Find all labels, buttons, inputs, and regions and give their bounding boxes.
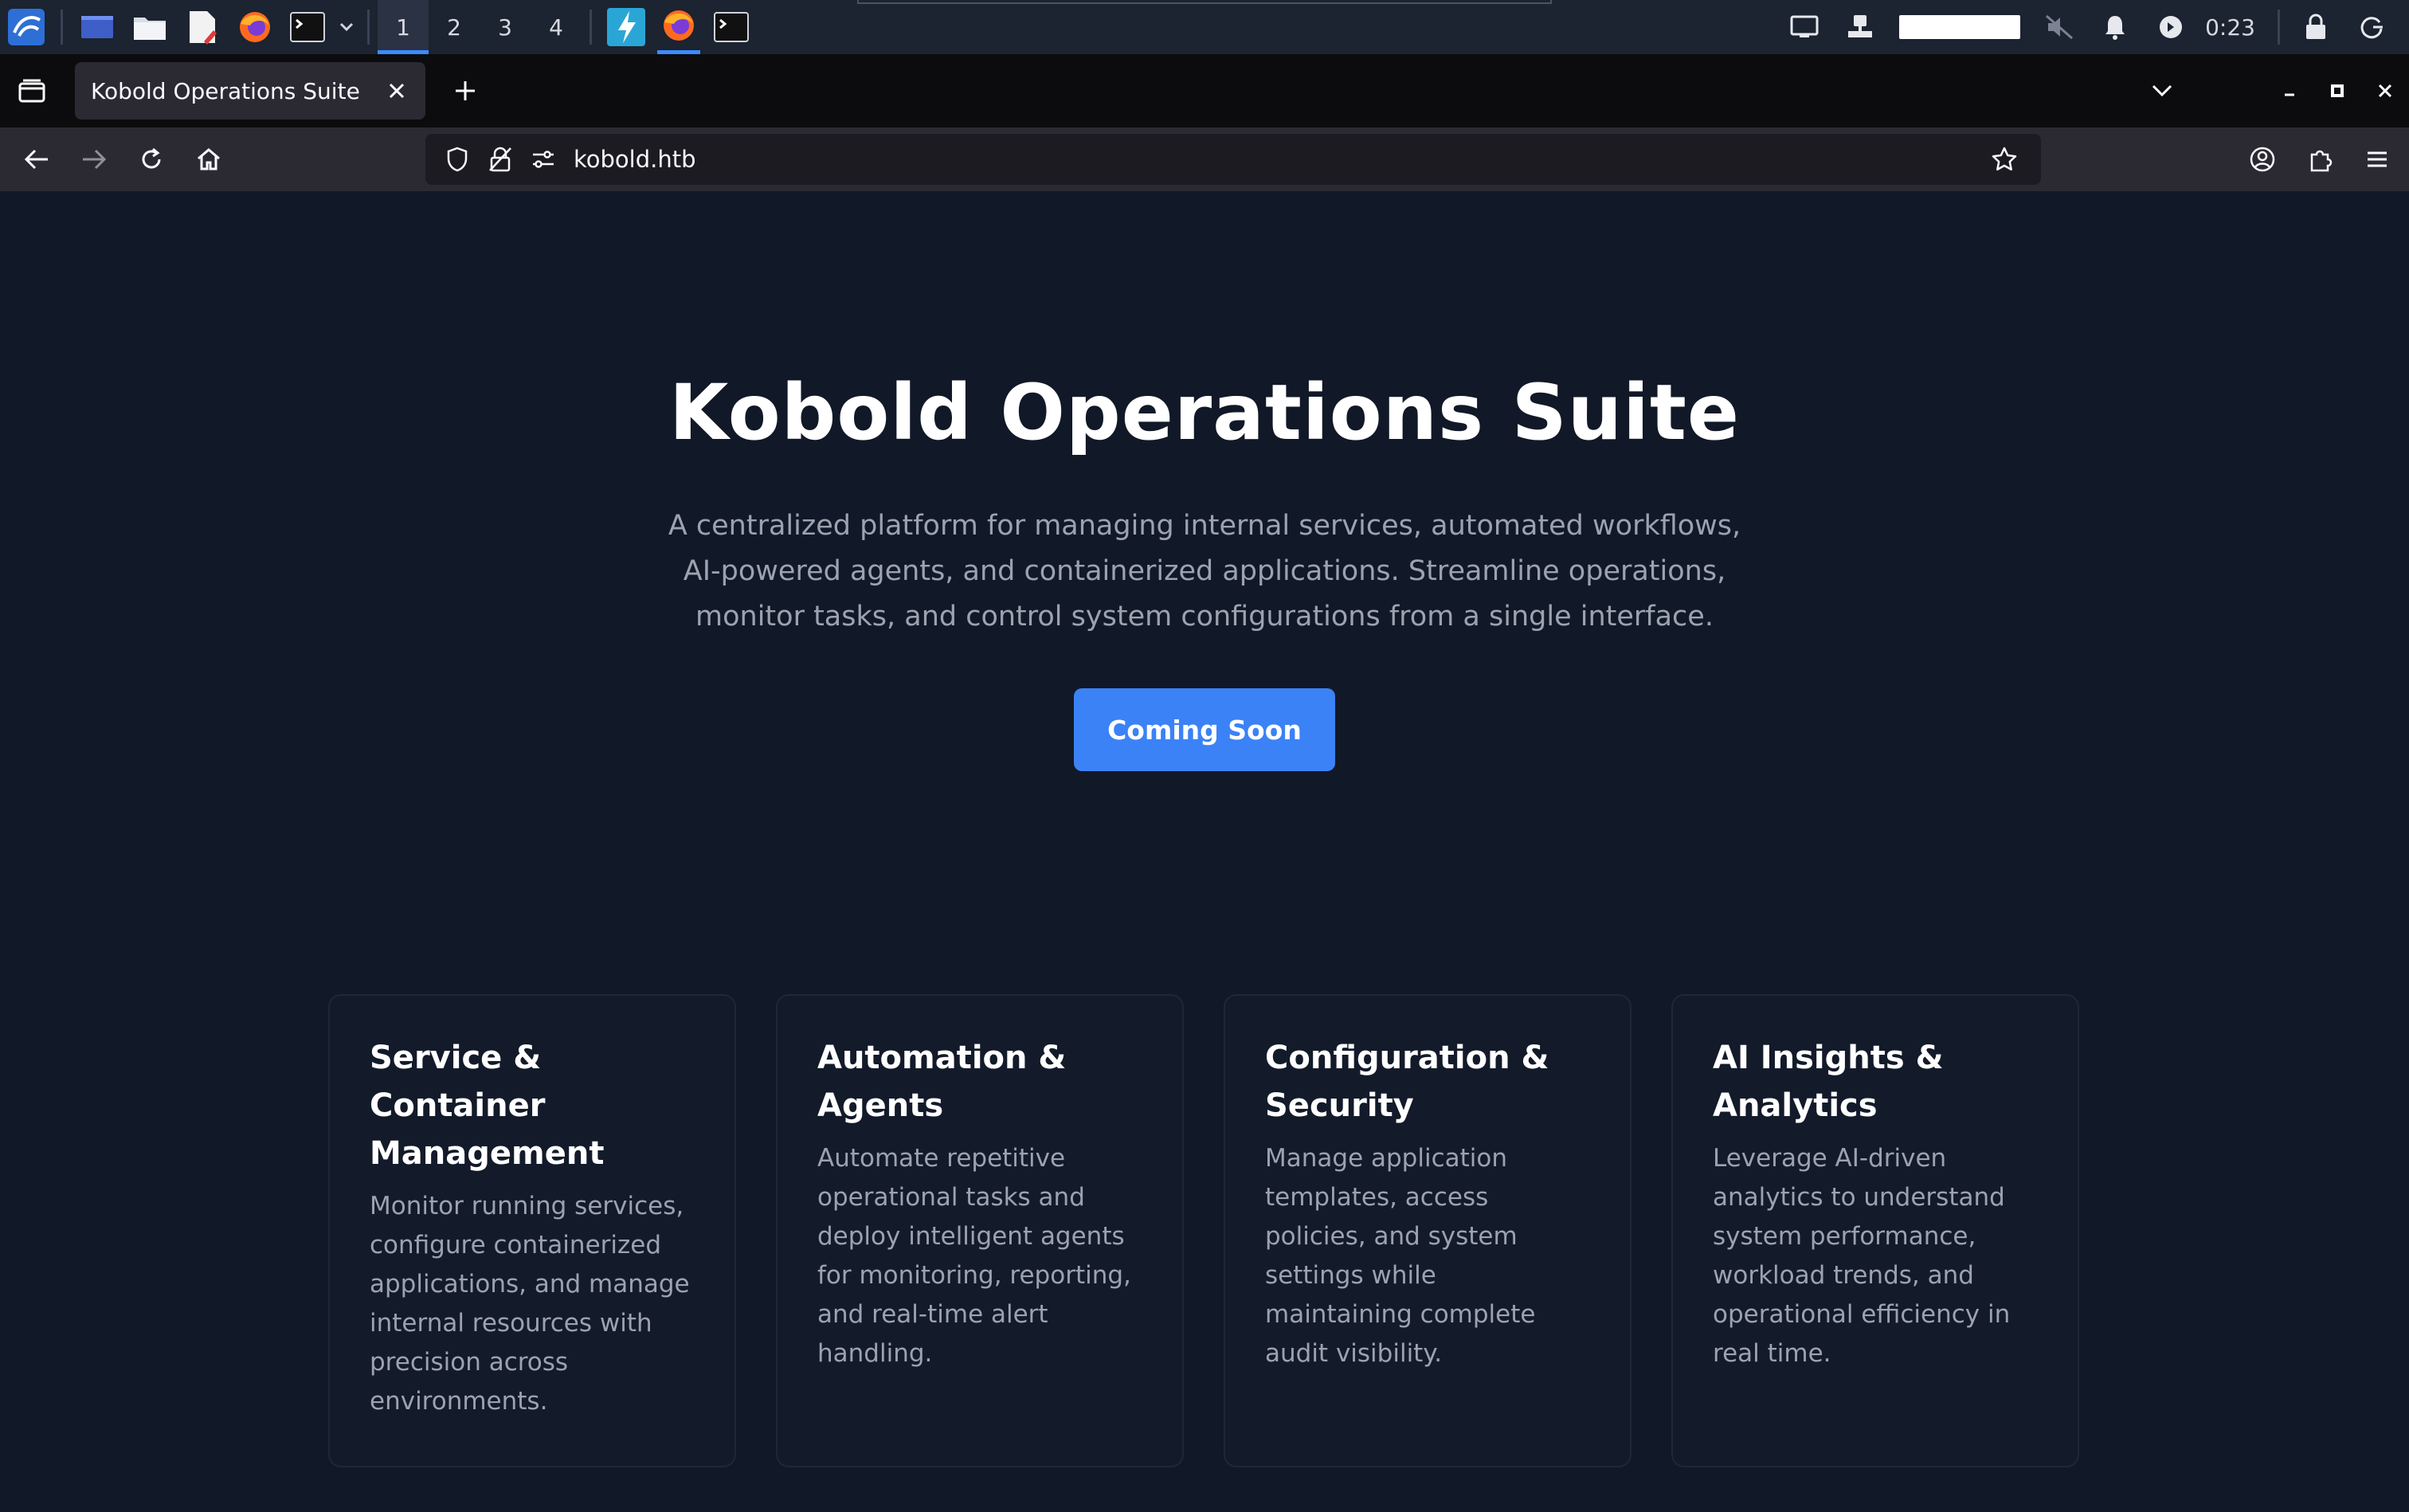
reload-button[interactable] [126, 134, 177, 185]
app-menu-button[interactable] [2352, 134, 2403, 185]
firefox-view-button[interactable] [0, 54, 64, 127]
show-desktop-icon[interactable] [76, 6, 119, 49]
taskbar-separator [61, 10, 63, 45]
feature-card-configuration-security: Configuration & Security Manage applicat… [1224, 994, 1631, 1467]
taskbar-separator [590, 10, 592, 45]
firefox-view-icon [18, 79, 45, 103]
tab-close-button[interactable] [381, 75, 413, 107]
reload-icon [142, 147, 161, 169]
display-icon[interactable] [1784, 6, 1824, 49]
clock[interactable]: 0:23 [2205, 14, 2255, 41]
firefox-window-icon[interactable] [657, 0, 700, 54]
lock-screen-icon[interactable] [2296, 6, 2336, 49]
notification-bell-icon[interactable] [2095, 6, 2135, 49]
hero-title: Kobold Operations Suite [669, 368, 1740, 457]
forward-button[interactable] [69, 134, 119, 185]
power-indicator-icon[interactable] [2151, 6, 2191, 49]
chevron-down-icon[interactable] [337, 6, 356, 49]
permissions-icon[interactable] [524, 140, 562, 178]
feature-card-ai-insights: AI Insights & Analytics Leverage AI-driv… [1671, 994, 2079, 1467]
coming-soon-button[interactable]: Coming Soon [1074, 688, 1335, 771]
close-window-button[interactable] [2361, 67, 2409, 115]
workspace-1[interactable]: 1 [378, 0, 429, 54]
tracking-protection-shield-icon[interactable] [438, 140, 476, 178]
logout-icon[interactable] [2352, 6, 2391, 49]
close-icon [2378, 84, 2392, 98]
file-manager-icon[interactable] [128, 6, 171, 49]
list-all-tabs-button[interactable] [2138, 67, 2186, 115]
plus-icon [456, 81, 475, 100]
feature-card-description: Automate repetitive operational tasks an… [817, 1144, 1131, 1368]
home-button[interactable] [183, 134, 234, 185]
browser-nav-bar: kobold.htb [0, 127, 2409, 191]
network-status-bar [1899, 15, 2021, 39]
extensions-button[interactable] [2294, 134, 2345, 185]
back-button[interactable] [11, 134, 62, 185]
tab-title: Kobold Operations Suite [91, 77, 360, 104]
taskbar-separator [2278, 10, 2280, 45]
feature-card-description: Monitor running services, configure cont… [370, 1192, 690, 1416]
maximize-button[interactable] [2313, 67, 2361, 115]
feature-card-service-container: Service & Container Management Monitor r… [328, 994, 736, 1467]
minimize-button[interactable] [2266, 67, 2313, 115]
firefox-launcher-icon[interactable] [233, 6, 276, 49]
text-editor-icon[interactable] [181, 6, 224, 49]
url-bar[interactable]: kobold.htb [425, 134, 2041, 185]
minimize-icon [2285, 93, 2294, 96]
network-icon[interactable] [1840, 6, 1880, 49]
workspace-2[interactable]: 2 [429, 0, 480, 54]
home-icon [198, 148, 220, 170]
forward-arrow-icon [83, 149, 107, 170]
feature-card-title: Service & Container Management [370, 1040, 605, 1172]
feature-card-title: AI Insights & Analytics [1713, 1040, 1944, 1124]
hamburger-menu-icon [2368, 151, 2387, 167]
new-tab-button[interactable] [440, 65, 491, 116]
feature-card-title: Automation & Agents [817, 1040, 1067, 1124]
workspace-3[interactable]: 3 [480, 0, 531, 54]
close-icon [389, 83, 405, 99]
url-text[interactable]: kobold.htb [574, 146, 1985, 173]
back-arrow-icon [24, 149, 48, 170]
zap-app-icon[interactable] [605, 6, 648, 49]
insecure-lock-icon[interactable] [481, 140, 519, 178]
maximize-icon [2331, 84, 2344, 97]
taskbar-separator [367, 10, 370, 45]
window-title-strip [857, 0, 1552, 4]
feature-card-description: Leverage AI-driven analytics to understa… [1713, 1144, 2011, 1368]
feature-card-description: Manage application templates, access pol… [1265, 1144, 1536, 1368]
account-button[interactable] [2237, 134, 2288, 185]
hero-description: A centralized platform for managing inte… [668, 510, 1741, 633]
bookmark-star-icon[interactable] [1985, 140, 2023, 178]
puzzle-piece-icon [2310, 150, 2333, 172]
browser-tab-bar: Kobold Operations Suite [0, 54, 2409, 127]
feature-card-title: Configuration & Security [1265, 1040, 1549, 1124]
workspace-4[interactable]: 4 [531, 0, 582, 54]
kali-menu-icon[interactable] [5, 6, 48, 49]
terminal-window-icon[interactable] [710, 6, 753, 49]
volume-muted-icon[interactable] [2039, 6, 2079, 49]
browser-tab-active[interactable]: Kobold Operations Suite [75, 62, 425, 119]
terminal-launcher-icon[interactable] [286, 6, 329, 49]
chevron-down-icon [2152, 84, 2172, 97]
account-icon [2250, 147, 2275, 172]
os-taskbar: 1 2 3 4 0:23 [0, 0, 2409, 54]
page-content: Kobold Operations Suite A centralized pl… [0, 191, 2409, 1512]
feature-card-automation-agents: Automation & Agents Automate repetitive … [776, 994, 1184, 1467]
feature-cards: Service & Container Management Monitor r… [328, 994, 2079, 1467]
